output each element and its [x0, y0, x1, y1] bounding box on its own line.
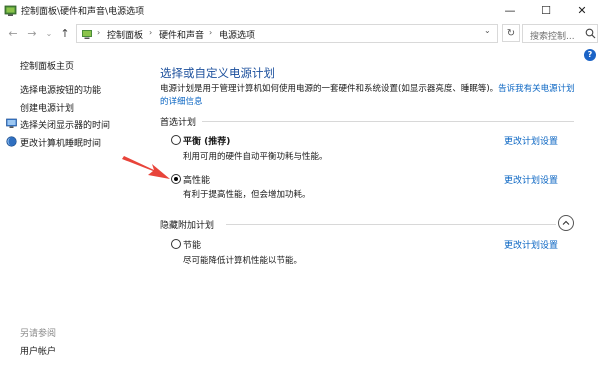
search-icon — [585, 28, 596, 39]
breadcrumb-power-options[interactable]: 电源选项 — [219, 28, 255, 41]
moon-globe-icon — [6, 136, 17, 147]
window-title: 控制面板\硬件和声音\电源选项 — [21, 7, 145, 17]
main-content: 选择或自定义电源计划 电源计划是用于管理计算机如何使用电源的一套硬件和系统设置(… — [150, 46, 600, 370]
display-shield-icon — [6, 118, 17, 128]
power-saver-plan-radio[interactable] — [171, 239, 181, 249]
control-panel-home-link[interactable]: 控制面板主页 — [20, 59, 74, 72]
section-divider — [202, 121, 574, 122]
forward-button[interactable]: → — [25, 25, 39, 41]
balanced-plan-name[interactable]: 平衡 (推荐) — [183, 134, 230, 147]
power-saver-plan-name[interactable]: 节能 — [183, 238, 201, 251]
collapse-hidden-plans-button[interactable] — [558, 215, 574, 231]
minimize-button[interactable]: — — [492, 0, 528, 21]
back-button[interactable]: ← — [6, 25, 20, 41]
close-button[interactable]: ✕ — [564, 0, 600, 21]
sidebar-item-display-off[interactable]: 选择关闭显示器的时间 — [20, 118, 110, 131]
high-performance-plan-name[interactable]: 高性能 — [183, 173, 210, 186]
control-panel-icon — [4, 5, 17, 16]
preferred-plans-label: 首选计划 — [160, 118, 197, 128]
control-panel-icon — [82, 30, 92, 39]
breadcrumb-control-panel[interactable]: 控制面板 — [107, 28, 143, 41]
search-input[interactable]: 搜索控制... — [522, 24, 598, 43]
balanced-plan-radio[interactable] — [171, 135, 181, 145]
see-also-label: 另请参阅 — [20, 329, 57, 339]
search-placeholder: 搜索控制... — [530, 32, 575, 42]
recent-locations-dropdown[interactable]: ⌄ — [42, 25, 56, 41]
chevron-up-icon — [562, 220, 570, 225]
left-navigation: 控制面板主页 选择电源按钮的功能 创建电源计划 选择关闭显示器的时间 更改计算机… — [0, 46, 150, 370]
address-bar[interactable]: › 控制面板 › 硬件和声音 › 电源选项 — [76, 24, 498, 43]
address-dropdown-icon[interactable]: ⌄ — [484, 26, 491, 35]
user-accounts-link[interactable]: 用户帐户 — [20, 344, 56, 357]
balanced-change-settings-link[interactable]: 更改计划设置 — [504, 134, 558, 147]
maximize-button[interactable]: ☐ — [528, 0, 564, 21]
breadcrumb-separator: › — [209, 28, 213, 37]
up-button[interactable]: ↑ — [58, 25, 72, 41]
balanced-plan-desc: 利用可用的硬件自动平衡功耗与性能。 — [183, 152, 328, 162]
section-divider — [226, 224, 556, 225]
description-text: 电源计划是用于管理计算机如何使用电源的一套硬件和系统设置(如显示器亮度、睡眠等)… — [160, 84, 499, 94]
page-description: 电源计划是用于管理计算机如何使用电源的一套硬件和系统设置(如显示器亮度、睡眠等)… — [160, 83, 575, 109]
title-bar: 控制面板\硬件和声音\电源选项 — ☐ ✕ — [0, 0, 600, 21]
annotation-arrow-icon — [122, 156, 170, 179]
power-saver-plan-desc: 尽可能降低计算机性能以节能。 — [183, 256, 303, 266]
power-saver-change-settings-link[interactable]: 更改计划设置 — [504, 238, 558, 251]
high-performance-change-settings-link[interactable]: 更改计划设置 — [504, 173, 558, 186]
sidebar-item-sleep-time[interactable]: 更改计算机睡眠时间 — [20, 136, 101, 149]
hidden-plans-label: 隐藏附加计划 — [160, 221, 215, 231]
page-title: 选择或自定义电源计划 — [160, 66, 275, 80]
breadcrumb-separator: › — [149, 28, 153, 37]
refresh-button[interactable]: ↻ — [502, 24, 520, 42]
breadcrumb-separator: › — [97, 28, 101, 37]
high-performance-plan-desc: 有利于提高性能，但会增加功耗。 — [183, 190, 311, 200]
sidebar-item-create-plan[interactable]: 创建电源计划 — [20, 101, 74, 114]
breadcrumb-hardware-sound[interactable]: 硬件和声音 — [159, 28, 204, 41]
sidebar-item-power-buttons[interactable]: 选择电源按钮的功能 — [20, 83, 101, 96]
